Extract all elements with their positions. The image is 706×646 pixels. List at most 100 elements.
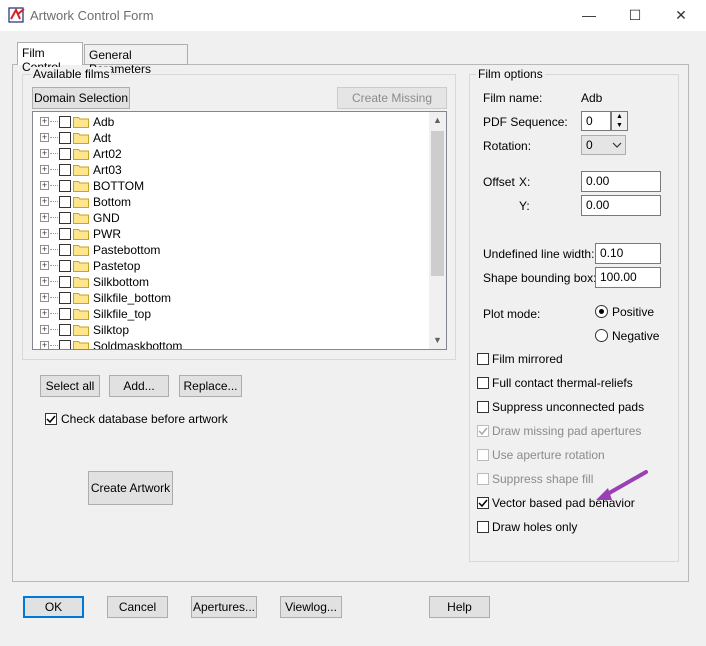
film-checkbox[interactable] [59,116,71,128]
film-checkbox[interactable] [59,164,71,176]
film-name-value: Adb [581,91,603,105]
list-item[interactable]: + Silkfile_top [33,306,428,322]
domain-selection-button[interactable]: Domain Selection [32,87,130,109]
replace-button[interactable]: Replace... [179,375,242,397]
folder-icon [73,197,89,208]
checkmark-icon [478,427,488,436]
list-item[interactable]: + Art02 [33,146,428,162]
expand-icon[interactable]: + [40,197,49,206]
film-checkbox[interactable] [59,244,71,256]
cancel-button[interactable]: Cancel [107,596,168,618]
scroll-thumb[interactable] [431,131,444,276]
offset-x-input[interactable]: 0.00 [581,171,661,192]
spin-down-icon[interactable]: ▼ [612,121,627,130]
expand-icon[interactable]: + [40,293,49,302]
list-item[interactable]: + Silkbottom [33,274,428,290]
use-aperture-rotation-checkbox[interactable] [477,449,489,461]
offset-y-input[interactable]: 0.00 [581,195,661,216]
expand-icon[interactable]: + [40,325,49,334]
negative-radio[interactable] [595,329,608,342]
film-checkbox[interactable] [59,292,71,304]
tree-connector [50,185,58,186]
tree-connector [50,121,58,122]
list-item[interactable]: + Pastebottom [33,242,428,258]
vector-based-checkbox[interactable] [477,497,489,509]
film-checkbox[interactable] [59,324,71,336]
add-button[interactable]: Add... [109,375,169,397]
list-item[interactable]: + Silktop [33,322,428,338]
create-missing-films-button[interactable]: Create Missing Films [337,87,447,125]
films-scrollbar[interactable]: ▲ ▼ [429,112,446,349]
draw-missing-checkbox[interactable] [477,425,489,437]
expand-icon[interactable]: + [40,341,49,349]
suppress-unconnected-checkbox[interactable] [477,401,489,413]
pdf-sequence-spinner[interactable]: ▲ ▼ [611,111,628,131]
expand-icon[interactable]: + [40,213,49,222]
film-checkbox[interactable] [59,180,71,192]
film-checkbox[interactable] [59,276,71,288]
suppress-shape-fill-checkbox[interactable] [477,473,489,485]
undefined-line-width-input[interactable]: 0.10 [595,243,661,264]
expand-icon[interactable]: + [40,229,49,238]
minimize-button[interactable]: — [566,0,612,31]
list-item[interactable]: + Pastetop [33,258,428,274]
film-checkbox[interactable] [59,260,71,272]
folder-icon [73,181,89,192]
film-checkbox[interactable] [59,308,71,320]
shape-bounding-box-input[interactable]: 100.00 [595,267,661,288]
tab-film-control[interactable]: Film Control [17,42,83,74]
films-listbox[interactable]: + Adb + Adt + Art02 + Art03 + BOTTOM + Bottom + GND + P… [32,111,447,350]
list-item[interactable]: + GND [33,210,428,226]
folder-icon [73,165,89,176]
film-checkbox[interactable] [59,212,71,224]
close-button[interactable]: ✕ [658,0,704,31]
viewlog-button[interactable]: Viewlog... [280,596,342,618]
film-checkbox[interactable] [59,148,71,160]
expand-icon[interactable]: + [40,245,49,254]
scroll-up-icon[interactable]: ▲ [429,112,446,129]
tree-connector [50,137,58,138]
film-checkbox[interactable] [59,228,71,240]
list-item[interactable]: + PWR [33,226,428,242]
expand-icon[interactable]: + [40,117,49,126]
list-item[interactable]: + Art03 [33,162,428,178]
tab-general-parameters[interactable]: General Parameters [84,44,188,76]
draw-holes-only-checkbox[interactable] [477,521,489,533]
expand-icon[interactable]: + [40,165,49,174]
expand-icon[interactable]: + [40,261,49,270]
check-database-checkbox[interactable] [45,413,57,425]
pdf-sequence-input[interactable]: 0 [581,111,611,131]
positive-radio[interactable] [595,305,608,318]
ok-button[interactable]: OK [23,596,84,618]
expand-icon[interactable]: + [40,133,49,142]
rotation-value: 0 [586,138,593,152]
film-checkbox[interactable] [59,132,71,144]
list-item[interactable]: + Adt [33,130,428,146]
expand-icon[interactable]: + [40,181,49,190]
plot-mode-label: Plot mode: [483,307,541,321]
folder-icon [73,133,89,144]
app-icon [8,7,25,23]
expand-icon[interactable]: + [40,149,49,158]
spin-up-icon[interactable]: ▲ [612,112,627,121]
list-item[interactable]: + Soldmaskbottom [33,338,428,349]
film-checkbox[interactable] [59,196,71,208]
help-button[interactable]: Help [429,596,490,618]
maximize-button[interactable]: ☐ [612,0,658,31]
film-mirrored-checkbox[interactable] [477,353,489,365]
select-all-button[interactable]: Select all [40,375,100,397]
rotation-select[interactable]: 0 [581,135,626,155]
expand-icon[interactable]: + [40,309,49,318]
scroll-down-icon[interactable]: ▼ [429,332,446,349]
list-item[interactable]: + Adb [33,114,428,130]
list-item[interactable]: + Bottom [33,194,428,210]
list-item[interactable]: + Silkfile_bottom [33,290,428,306]
checkmark-icon [478,499,488,508]
apertures-button[interactable]: Apertures... [191,596,257,618]
create-artwork-button[interactable]: Create Artwork [88,471,173,505]
expand-icon[interactable]: + [40,277,49,286]
film-name: BOTTOM [93,179,145,193]
film-checkbox[interactable] [59,340,71,349]
list-item[interactable]: + BOTTOM [33,178,428,194]
full-contact-checkbox[interactable] [477,377,489,389]
